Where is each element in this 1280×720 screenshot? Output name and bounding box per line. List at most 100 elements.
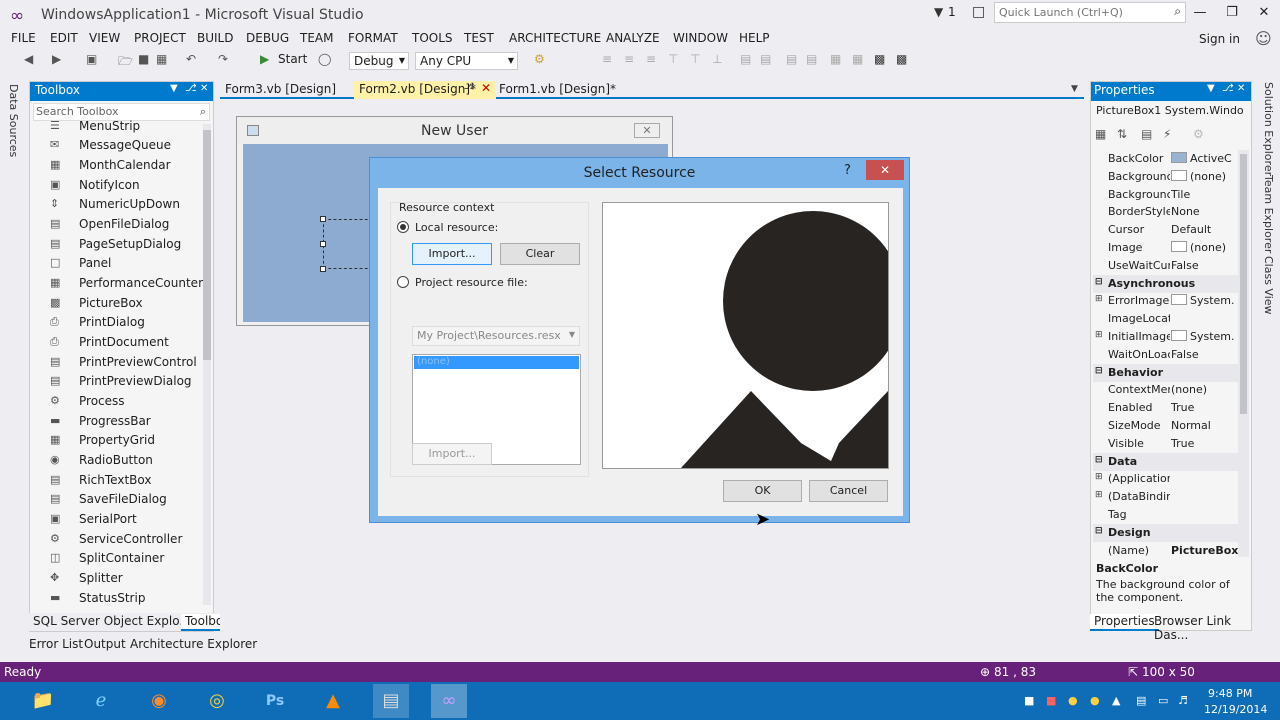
collapse-icon[interactable]: ⊟ (1095, 366, 1103, 376)
expand-icon[interactable]: ⊞ (1095, 294, 1103, 304)
property-value[interactable]: PictureBox1 (1171, 544, 1238, 557)
form-close-button[interactable]: ✕ (634, 123, 660, 138)
property-value[interactable]: Tile (1171, 188, 1238, 201)
redo-icon[interactable]: ↷ (218, 52, 228, 66)
property-value[interactable]: True (1171, 437, 1238, 450)
tab-form1-design[interactable]: Form1.vb [Design]* (494, 81, 621, 99)
menu-tools[interactable]: TOOLS (412, 31, 453, 45)
property-value[interactable]: (none) (1171, 383, 1238, 396)
solution-explorer-tab[interactable]: Solution Explorer (1262, 82, 1275, 176)
property-pages-icon[interactable]: ⚙ (1193, 127, 1204, 141)
close-icon[interactable]: ✕ (481, 81, 491, 95)
alphabetical-icon[interactable]: ⇅ (1117, 127, 1127, 141)
make-same-size-icon[interactable]: ▤ (786, 52, 797, 66)
menu-team[interactable]: TEAM (300, 31, 333, 45)
menu-file[interactable]: FILE (11, 31, 36, 45)
align-lefts-icon[interactable]: ≡ (602, 52, 612, 66)
project-resource-label[interactable]: Project resource file: (415, 276, 528, 289)
close-icon[interactable]: ✕ (1237, 83, 1245, 94)
start-button[interactable]: Start (278, 52, 307, 66)
property-value[interactable]: True (1171, 401, 1238, 414)
expand-icon[interactable]: ⊞ (1095, 472, 1103, 482)
user-avatar-icon[interactable]: ☺ (1255, 29, 1275, 49)
tab-properties[interactable]: Properties (1090, 614, 1159, 631)
align-middles-icon[interactable]: ⊤ (690, 52, 700, 66)
menu-format[interactable]: FORMAT (348, 31, 398, 45)
property-row[interactable]: Visible True (1093, 435, 1238, 453)
events-icon[interactable]: ⚡ (1163, 127, 1171, 141)
tab-output[interactable]: Output (80, 637, 130, 654)
property-value[interactable]: (none) (1171, 241, 1238, 254)
pin-icon[interactable]: ⎇ (185, 83, 197, 94)
align-bottoms-icon[interactable]: ⊥ (712, 52, 722, 66)
property-value[interactable]: None (1171, 205, 1238, 218)
back-icon[interactable]: ◀ (24, 52, 33, 66)
property-value[interactable]: System. (1171, 294, 1238, 307)
notification-flag-icon[interactable]: ▼ (934, 5, 943, 19)
find-icon[interactable]: ⚙ (534, 52, 545, 66)
property-value[interactable]: Default (1171, 223, 1238, 236)
align-rights-icon[interactable]: ≡ (646, 52, 656, 66)
property-value[interactable]: (none) (1171, 169, 1238, 183)
pin-icon[interactable]: ⎇ (1222, 83, 1234, 94)
sign-in-link[interactable]: Sign in (1199, 32, 1240, 46)
property-value[interactable]: ActiveC (1171, 152, 1238, 165)
align-centers-icon[interactable]: ≡ (624, 52, 634, 66)
tab-form2-design[interactable]: Form2.vb [Design]* ⎇ ✕ (354, 81, 496, 99)
resize-handle[interactable] (320, 216, 326, 222)
clear-button[interactable]: Clear (500, 243, 580, 265)
menu-analyze[interactable]: ANALYZE (606, 31, 660, 45)
object-selector[interactable]: PictureBox1 System.Windo (1093, 103, 1249, 121)
tray-icon-2[interactable]: ■ (1046, 694, 1056, 707)
property-row[interactable]: ⊞ ErrorImage System. (1093, 292, 1238, 310)
maximize-button[interactable]: ❐ (1220, 5, 1244, 20)
chrome-icon[interactable]: ◎ (199, 684, 235, 718)
attach-icon[interactable]: ◯ (318, 52, 331, 66)
visual-studio-taskbar-icon[interactable]: ∞ (431, 684, 467, 718)
tray-icon-3[interactable]: ● (1068, 694, 1078, 707)
tray-icon-4[interactable]: ● (1090, 694, 1100, 707)
property-row[interactable]: Backgrounc Tile (1093, 186, 1238, 204)
property-row[interactable]: SizeMode Normal (1093, 417, 1238, 435)
property-row[interactable]: BorderStyle None (1093, 203, 1238, 221)
property-row[interactable]: Tag (1093, 506, 1238, 524)
dialog-close-button[interactable]: ✕ (866, 160, 904, 180)
class-view-tab[interactable]: Class View (1262, 256, 1275, 315)
property-row[interactable]: Cursor Default (1093, 221, 1238, 239)
minimize-button[interactable]: — (1188, 5, 1212, 20)
resource-editor-icon[interactable]: ▤ (373, 684, 409, 718)
notification-count[interactable]: 1 (948, 5, 956, 19)
property-category[interactable]: ⊟ Asynchronous (1093, 274, 1238, 293)
tab-form3-design[interactable]: Form3.vb [Design] (220, 81, 341, 99)
property-value[interactable]: System. (1171, 330, 1238, 343)
team-explorer-tab[interactable]: Team Explorer (1262, 175, 1275, 253)
property-row[interactable]: ⊞ (Applicatior (1093, 470, 1238, 488)
dropdown-icon[interactable]: ▼ (170, 83, 178, 94)
project-resource-radio[interactable] (397, 276, 409, 288)
property-category[interactable]: ⊟ Design (1093, 523, 1238, 542)
expand-icon[interactable]: ⊞ (1095, 330, 1103, 340)
menu-build[interactable]: BUILD (197, 31, 233, 45)
horizontal-spacing-icon[interactable]: ▦ (830, 52, 841, 66)
property-category[interactable]: ⊟ Behavior (1093, 363, 1238, 382)
toolbox-scrollbar-thumb[interactable] (203, 130, 211, 360)
resize-handle[interactable] (320, 266, 326, 272)
size-to-grid-icon[interactable]: ▤ (806, 52, 817, 66)
save-icon[interactable]: ■ (138, 52, 149, 66)
menu-help[interactable]: HELP (739, 31, 770, 45)
tab-sql-server-object-explorer[interactable]: SQL Server Object Explo... (29, 614, 195, 631)
firefox-icon[interactable]: ◉ (141, 684, 177, 718)
battery-icon[interactable]: ▭ (1158, 694, 1168, 707)
property-row[interactable]: ⊞ InitialImage System. (1093, 328, 1238, 346)
photoshop-icon[interactable]: Ps (257, 684, 293, 718)
resource-list-item-selected[interactable]: (none) (414, 356, 579, 369)
save-all-icon[interactable]: ▦ (156, 52, 167, 66)
picturebox1-selection[interactable] (323, 219, 373, 269)
tray-chevron-icon[interactable]: ▲ (1112, 694, 1120, 707)
make-same-height-icon[interactable]: ▤ (760, 52, 771, 66)
pin-icon[interactable]: ⎇ (464, 82, 474, 92)
send-to-back-icon[interactable]: ▩ (896, 52, 907, 66)
property-row[interactable]: (Name) PictureBox1 (1093, 542, 1238, 560)
dropdown-icon[interactable]: ▼ (1207, 83, 1215, 94)
bring-to-front-icon[interactable]: ▩ (874, 52, 885, 66)
